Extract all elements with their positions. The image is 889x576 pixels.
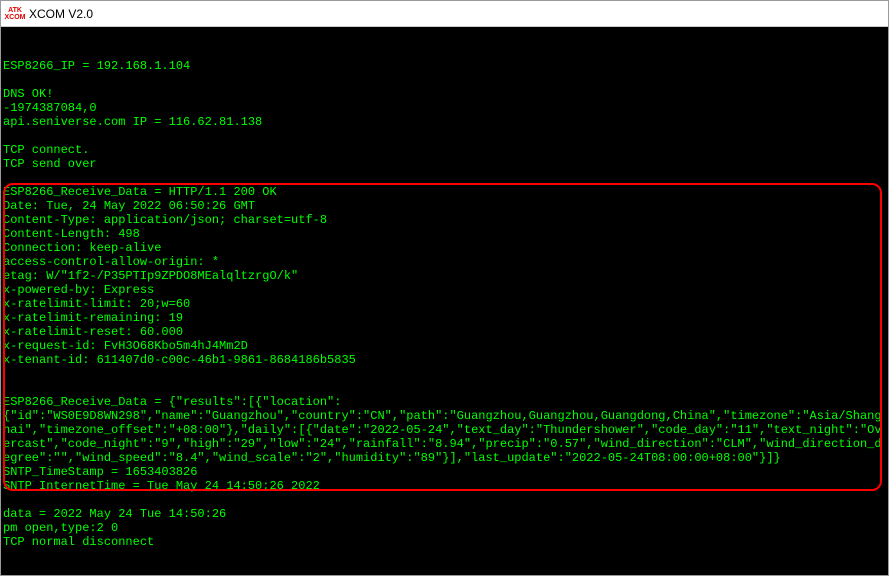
terminal-output[interactable]: ESP8266_IP = 192.168.1.104 DNS OK! -1974…	[1, 27, 888, 575]
app-icon: ATKXCOM	[7, 6, 23, 22]
app-window: ATKXCOM XCOM V2.0 ESP8266_IP = 192.168.1…	[0, 0, 889, 576]
window-title: XCOM V2.0	[29, 7, 93, 21]
titlebar[interactable]: ATKXCOM XCOM V2.0	[1, 1, 888, 27]
terminal-text: ESP8266_IP = 192.168.1.104 DNS OK! -1974…	[3, 59, 888, 549]
